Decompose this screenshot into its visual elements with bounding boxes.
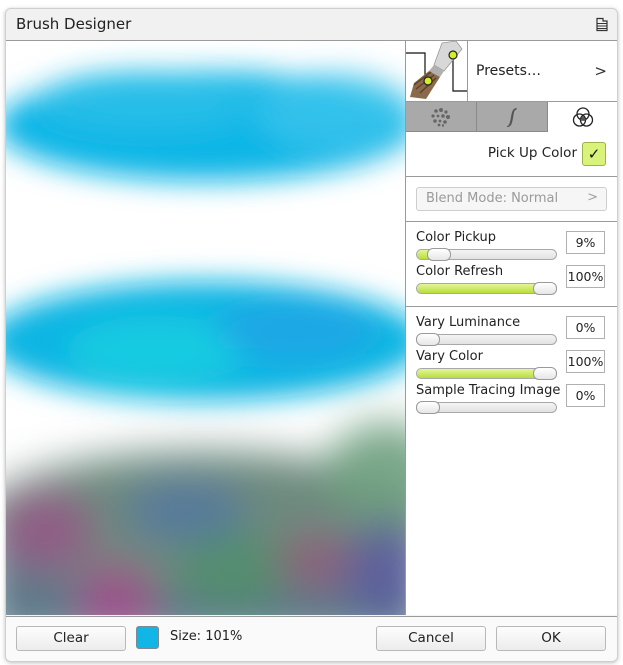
stroke-top xyxy=(6,71,405,181)
pick-up-color-row: Pick Up Color ✓ xyxy=(406,132,617,177)
blend-mode-label: Blend Mode: Normal xyxy=(426,191,559,206)
slider-label: Vary Luminance xyxy=(416,315,521,330)
window-title: Brush Designer xyxy=(16,15,132,33)
slider-fill xyxy=(417,284,546,293)
slider-label: Color Refresh xyxy=(416,264,504,279)
menu-list-icon[interactable] xyxy=(595,17,609,32)
brush-thumbnail xyxy=(406,40,468,101)
slider-color-refresh: Color Refresh 100% xyxy=(416,264,616,298)
blend-mode-button[interactable]: Blend Mode: Normal > xyxy=(416,187,607,211)
presets-row[interactable]: Presets… > xyxy=(406,40,617,102)
pick-up-color-label: Pick Up Color xyxy=(487,145,577,161)
slider-color-pickup: Color Pickup 9% xyxy=(416,230,616,264)
slider-vary-luminance: Vary Luminance 0% xyxy=(416,315,616,349)
tab-bar xyxy=(406,102,617,132)
stroke-middle xyxy=(6,281,405,401)
title-bar: Brush Designer xyxy=(6,9,617,41)
value-input[interactable]: 0% xyxy=(566,384,605,407)
presets-label[interactable]: Presets… xyxy=(476,63,541,79)
slider-thumb[interactable] xyxy=(416,401,440,414)
size-label: Size: 101% xyxy=(170,629,243,644)
slider-label: Sample Tracing Image xyxy=(416,383,561,398)
slider-sample-tracing-image: Sample Tracing Image 0% xyxy=(416,383,616,417)
brush-designer-window: Brush Designer Presets… > Pick Up Color … xyxy=(5,8,618,662)
slider-vary-color: Vary Color 100% xyxy=(416,349,616,383)
brush-preview-icon xyxy=(406,40,467,99)
cancel-button[interactable]: Cancel xyxy=(376,626,486,651)
ok-button[interactable]: OK xyxy=(496,626,606,651)
canvas-painting xyxy=(6,41,405,615)
checkmark-icon: ✓ xyxy=(587,145,601,163)
slider-group-pickup: Color Pickup 9% Color Refresh 100% xyxy=(406,222,617,307)
dots-icon xyxy=(431,107,450,127)
color-circles-icon xyxy=(572,106,593,127)
value-input[interactable]: 0% xyxy=(566,316,605,339)
brush-preview-canvas[interactable] xyxy=(6,41,406,615)
blend-mode-row: Blend Mode: Normal > xyxy=(406,177,617,222)
tab-stroke[interactable] xyxy=(477,102,548,132)
slider-thumb[interactable] xyxy=(533,367,557,380)
chevron-right-icon[interactable]: > xyxy=(594,62,607,80)
tab-grain[interactable] xyxy=(406,102,477,132)
slider-thumb[interactable] xyxy=(533,282,557,295)
pick-up-color-checkbox[interactable]: ✓ xyxy=(582,142,606,166)
value-input[interactable]: 100% xyxy=(566,350,605,373)
clear-button[interactable]: Clear xyxy=(16,626,126,651)
slider-thumb[interactable] xyxy=(416,333,440,346)
slider-group-variation: Vary Luminance 0% Vary Color 100% Sample… xyxy=(406,307,617,417)
slider-label: Vary Color xyxy=(416,349,483,364)
value-input[interactable]: 9% xyxy=(566,231,605,254)
color-swatch[interactable] xyxy=(136,626,159,649)
slider-thumb[interactable] xyxy=(426,248,451,261)
settings-panel: Presets… > Pick Up Color ✓ Blend Mode: N… xyxy=(406,40,617,615)
slider-label: Color Pickup xyxy=(416,230,497,245)
slider-fill xyxy=(417,369,546,378)
tab-color[interactable] xyxy=(548,102,617,131)
value-input[interactable]: 100% xyxy=(566,265,605,288)
bottom-bar: Clear Size: 101% Cancel OK xyxy=(6,616,617,661)
curve-icon xyxy=(507,107,517,127)
chevron-right-icon: > xyxy=(587,190,598,205)
